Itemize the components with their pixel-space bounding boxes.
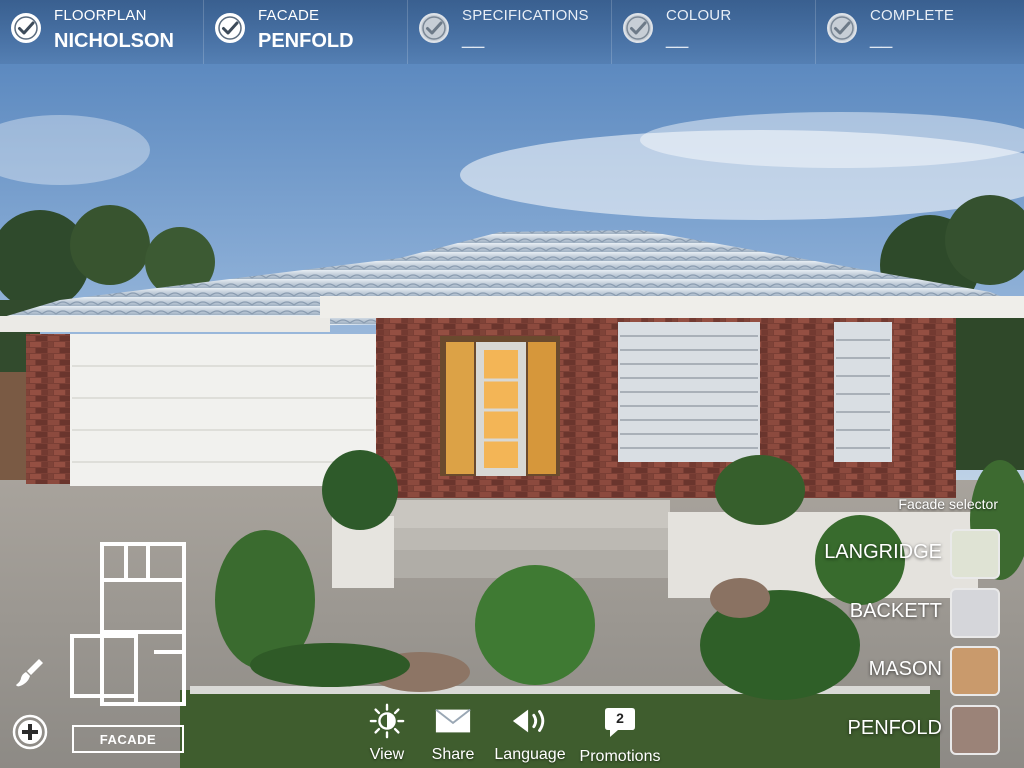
step-colour[interactable]: COLOUR __: [612, 0, 816, 64]
paint-brush-icon[interactable]: [13, 656, 45, 690]
check-circle-icon: [623, 13, 653, 43]
facade-swatch: [950, 529, 1000, 579]
speaker-icon: [512, 709, 545, 733]
facade-option-name: BACKETT: [849, 600, 942, 622]
step-specifications[interactable]: SPECIFICATIONS __: [408, 0, 612, 64]
progress-steps: FLOORPLAN NICHOLSON FACADE PENFOLD SPECI…: [0, 0, 1024, 64]
view-label: View: [369, 746, 405, 763]
step-value: PENFOLD: [258, 30, 354, 52]
step-complete[interactable]: COMPLETE __: [816, 0, 1020, 64]
step-label: FLOORPLAN: [54, 7, 147, 24]
share-button[interactable]: Share: [430, 702, 476, 764]
envelope-icon: [435, 708, 471, 733]
facade-option-langridge[interactable]: LANGRIDGE: [780, 529, 1000, 579]
sun-icon: [369, 703, 405, 739]
facade-option-name: LANGRIDGE: [824, 541, 942, 563]
step-value: __: [870, 27, 893, 49]
facade-option-name: MASON: [868, 658, 942, 680]
promotions-button[interactable]: 2 Promotions: [579, 702, 661, 765]
facade-swatch: [950, 646, 1000, 696]
step-label: FACADE: [258, 7, 320, 24]
check-circle-icon: [215, 13, 245, 43]
facade-option-name: PENFOLD: [847, 717, 942, 739]
facade-swatch: [950, 705, 1000, 755]
facade-option-mason[interactable]: MASON: [780, 646, 1000, 696]
step-floorplan[interactable]: FLOORPLAN NICHOLSON: [0, 0, 204, 64]
step-label: SPECIFICATIONS: [462, 7, 589, 24]
facade-selector-title: Facade selector: [898, 496, 998, 512]
share-label: Share: [431, 746, 475, 763]
floorplan-thumbnail[interactable]: [70, 542, 186, 707]
check-circle-icon: [419, 13, 449, 43]
step-value: NICHOLSON: [54, 30, 174, 52]
promotions-count-badge: 2: [616, 710, 624, 726]
step-value: __: [462, 27, 485, 49]
language-button[interactable]: Language: [494, 702, 566, 764]
step-value: __: [666, 27, 689, 49]
language-label: Language: [494, 746, 566, 763]
facade-option-backett[interactable]: BACKETT: [780, 588, 1000, 638]
step-label: COLOUR: [666, 7, 732, 24]
check-circle-icon: [11, 13, 41, 43]
facade-option-penfold[interactable]: PENFOLD: [780, 705, 1000, 755]
step-label: COMPLETE: [870, 7, 955, 24]
facade-button[interactable]: FACADE: [72, 725, 184, 753]
promotions-label: Promotions: [579, 748, 661, 765]
facade-swatch: [950, 588, 1000, 638]
view-button[interactable]: View: [366, 702, 408, 764]
check-circle-icon: [827, 13, 857, 43]
plus-circle-icon[interactable]: [12, 714, 48, 750]
step-facade[interactable]: FACADE PENFOLD: [204, 0, 408, 64]
